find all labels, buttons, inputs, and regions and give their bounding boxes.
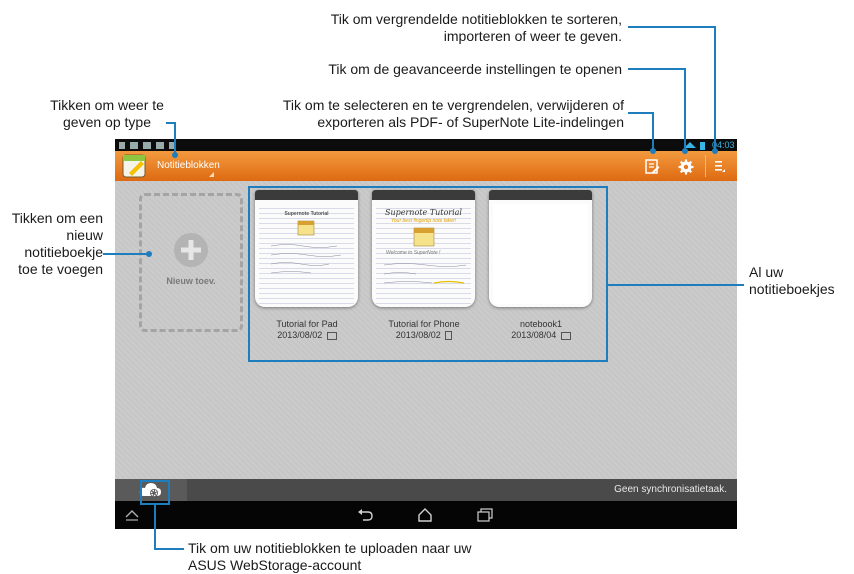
recent-apps-icon[interactable] (477, 508, 493, 522)
notification-icons (119, 142, 176, 149)
leader-line (608, 284, 744, 286)
notebooks-highlight-box (248, 186, 608, 362)
collapse-icon[interactable] (125, 509, 139, 521)
add-icon (174, 233, 208, 267)
leader-dot (172, 152, 178, 158)
gear-icon[interactable] (678, 159, 694, 175)
status-bar: 04:03 (115, 139, 737, 151)
leader-line (628, 112, 654, 114)
navigation-bar (115, 501, 737, 529)
add-notebook-label: Nieuw toev. (166, 276, 216, 286)
sync-status: Geen synchronisatietaak. (614, 484, 727, 495)
leader-line (714, 26, 716, 149)
add-notebook-card[interactable]: Nieuw toev. (139, 193, 243, 332)
leader-line (154, 548, 184, 550)
notebook-app-icon[interactable] (121, 153, 149, 179)
webstorage-highlight-box (140, 480, 170, 505)
leader-line (684, 68, 686, 149)
dropdown-indicator-icon (209, 172, 214, 177)
leader-dot (146, 251, 152, 257)
home-icon[interactable] (417, 507, 433, 523)
callout-advanced-settings: Tik om de geavanceerde instellingen te o… (328, 61, 622, 77)
leader-line (174, 122, 176, 154)
callout-display-type: Tikken om weer te geven op type (50, 97, 164, 130)
callout-sort-locked: Tik om vergrendelde notitieblokken te so… (330, 11, 622, 44)
dropdown-display-type[interactable]: Notitieblokken (157, 160, 220, 172)
callout-select-lock: Tik om te selecteren en te vergrendelen,… (282, 97, 624, 130)
back-icon[interactable] (357, 508, 373, 522)
leader-line (628, 68, 686, 70)
bottom-bar: Geen synchronisatietaak. (115, 479, 737, 501)
leader-dot (682, 148, 688, 154)
menu-icon[interactable] (714, 160, 726, 174)
select-edit-icon[interactable] (645, 159, 660, 175)
callout-all-notebooks: Al uw notitieboekjes (749, 264, 835, 297)
leader-dot (650, 148, 656, 154)
action-bar: Notitieblokken (115, 151, 737, 181)
leader-dot (712, 148, 718, 154)
callout-add-new: Tikken om een nieuw notitieboekje toe te… (11, 210, 103, 277)
leader-line (628, 26, 716, 28)
leader-line (154, 505, 156, 549)
leader-line (652, 112, 654, 149)
action-divider (705, 155, 706, 177)
leader-line (103, 253, 148, 255)
callout-upload: Tik om uw notitieblokken te uploaden naa… (188, 540, 472, 573)
